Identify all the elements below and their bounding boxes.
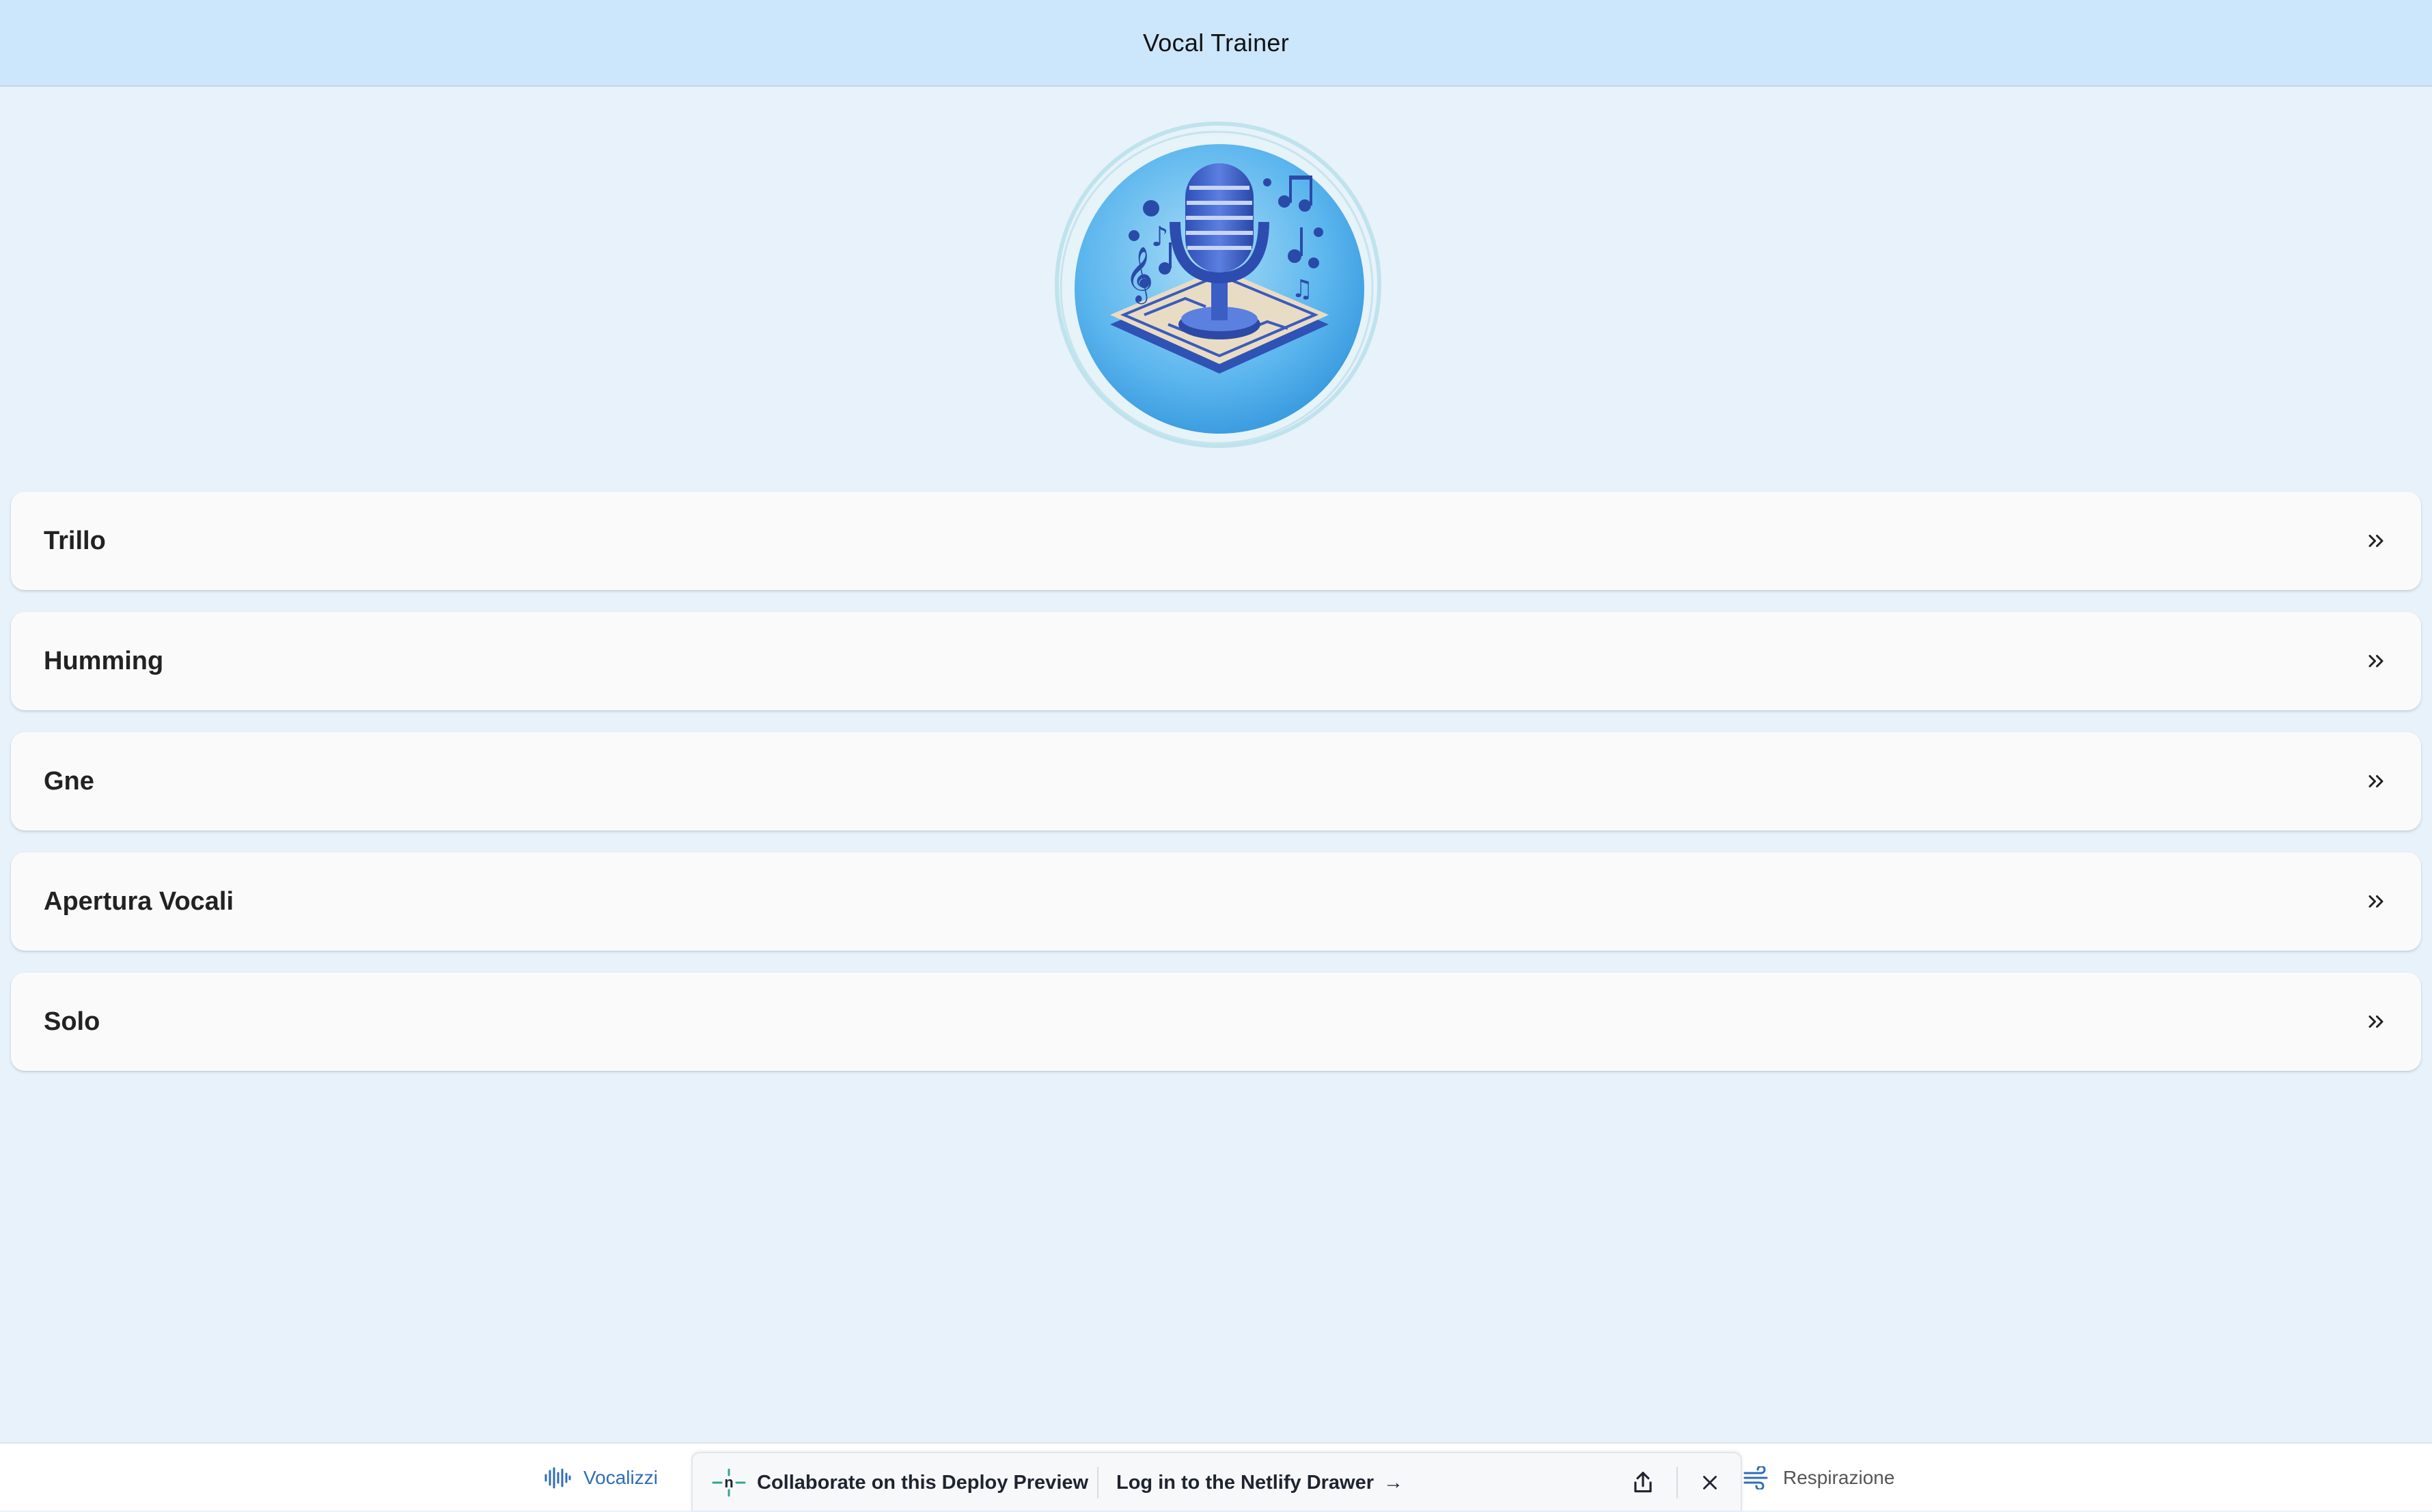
- nav-respirazione-label: Respirazione: [1783, 1467, 1895, 1488]
- exercise-label: Trillo: [44, 526, 106, 555]
- nav-respirazione[interactable]: Respirazione: [1743, 1444, 1894, 1512]
- svg-text:n: n: [724, 1474, 733, 1491]
- chevrons-right-icon: [2368, 895, 2383, 908]
- exercise-item-solo[interactable]: Solo: [11, 972, 2421, 1071]
- exercise-label: Apertura Vocali: [44, 886, 234, 916]
- exercise-item-gne[interactable]: Gne: [11, 732, 2421, 830]
- collaborate-label: Collaborate on this Deploy Preview: [757, 1471, 1089, 1494]
- page-title: Vocal Trainer: [1142, 28, 1289, 57]
- netlify-login-link[interactable]: Log in to the Netlify Drawer →: [1116, 1453, 1403, 1512]
- chevrons-right-icon: [2368, 655, 2383, 667]
- login-label: Log in to the Netlify Drawer: [1116, 1471, 1374, 1494]
- arrow-right-icon: →: [1383, 1471, 1404, 1494]
- svg-text:𝄞: 𝄞: [1125, 246, 1153, 304]
- chevrons-right-icon: [2368, 775, 2383, 787]
- exercise-item-humming[interactable]: Humming: [11, 612, 2421, 710]
- app-header: Vocal Trainer: [0, 0, 2432, 87]
- chevrons-right-icon: [2368, 535, 2383, 547]
- svg-text:♪: ♪: [1151, 221, 1169, 253]
- nav-vocalizzi[interactable]: Vocalizzi: [544, 1444, 658, 1512]
- share-icon[interactable]: [1630, 1470, 1656, 1496]
- waveform-icon: [544, 1467, 571, 1489]
- exercise-label: Humming: [44, 646, 164, 675]
- divider: [1097, 1467, 1098, 1498]
- svg-text:♫: ♫: [1291, 275, 1313, 303]
- chevrons-right-icon: [2368, 1016, 2383, 1028]
- divider: [1676, 1467, 1678, 1498]
- close-icon[interactable]: [1698, 1471, 1722, 1494]
- netlify-deploy-preview-drawer: n Collaborate on this Deploy Preview Log…: [691, 1452, 1742, 1511]
- exercise-list: Trillo Humming Gne Apertura Vocali Solo: [11, 492, 2421, 1093]
- nav-vocalizzi-label: Vocalizzi: [583, 1467, 658, 1488]
- wind-icon: [1743, 1466, 1768, 1489]
- exercise-label: Solo: [44, 1007, 100, 1036]
- netlify-logo-icon: n: [712, 1468, 746, 1497]
- exercise-item-trillo[interactable]: Trillo: [11, 492, 2421, 590]
- microphone-logo: 𝄞 ♪ ♫: [1049, 120, 1383, 454]
- exercise-item-apertura-vocali[interactable]: Apertura Vocali: [11, 852, 2421, 951]
- exercise-label: Gne: [44, 766, 94, 796]
